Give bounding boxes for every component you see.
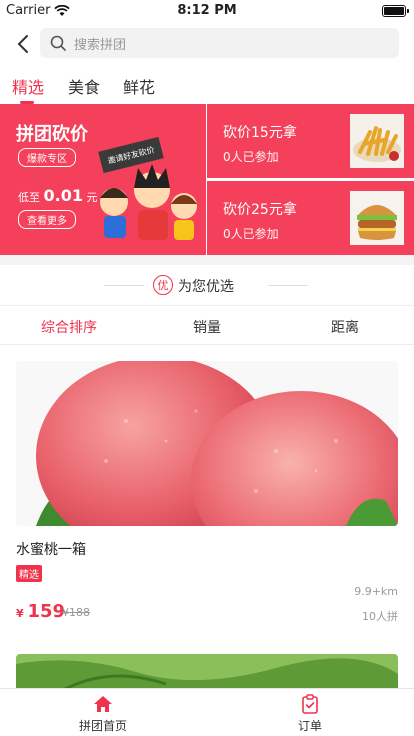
- divider: [104, 285, 144, 286]
- product-card-partial[interactable]: [0, 640, 414, 688]
- back-button[interactable]: [10, 30, 36, 58]
- view-more-button[interactable]: 查看更多: [18, 210, 76, 229]
- deal-title: 砍价25元拿: [223, 202, 297, 218]
- peach-image: [16, 361, 398, 526]
- hot-zone-button[interactable]: 爆款专区: [18, 148, 76, 167]
- sort-distance[interactable]: 距离: [331, 317, 359, 337]
- sort-sales[interactable]: 销量: [193, 317, 221, 337]
- deal-participants: 0人已参加: [223, 150, 279, 164]
- promo-banner: 拼团砍价 爆款专区 低至 0.01 元 查看更多 邀请好友砍价 砍价15元拿 0…: [0, 104, 414, 255]
- bargain-banner[interactable]: 拼团砍价 爆款专区 低至 0.01 元 查看更多 邀请好友砍价: [0, 104, 206, 255]
- tab-food[interactable]: 美食: [68, 74, 100, 98]
- product-price: ¥ 159: [16, 601, 65, 622]
- deal-fries[interactable]: 砍价15元拿 0人已参加: [207, 104, 414, 178]
- bargain-deals: 砍价15元拿 0人已参加 砍价25元拿 0人已参加: [207, 104, 414, 255]
- chevron-left-icon: [17, 35, 28, 53]
- sort-comprehensive[interactable]: 综合排序: [41, 317, 97, 337]
- divider: [268, 285, 308, 286]
- price-amount: 159: [27, 601, 66, 622]
- clock: 8:12 PM: [177, 3, 237, 18]
- leaf-image: [16, 654, 398, 688]
- home-icon: [94, 696, 112, 712]
- section-title: 为您优选: [178, 279, 234, 295]
- price-prefix: 低至: [18, 191, 40, 204]
- preferred-badge-icon: 优: [153, 275, 173, 295]
- original-price: ¥188: [62, 606, 90, 619]
- nav-bar: 搜索拼团: [0, 22, 414, 66]
- battery-icon: [382, 5, 409, 17]
- price-value: 0.01: [43, 186, 83, 205]
- tab-group-home[interactable]: 拼团首页: [53, 693, 153, 734]
- fries-image: [350, 114, 404, 168]
- bottom-tab-bar: 拼团首页 订单: [0, 688, 414, 736]
- deal-burger[interactable]: 砍价25元拿 0人已参加: [207, 181, 414, 255]
- product-card[interactable]: 水蜜桃一箱 精选 9.9+km ¥ 159 ¥188 10人拼: [0, 345, 414, 640]
- currency-symbol: ¥: [16, 607, 24, 620]
- featured-tag: 精选: [16, 565, 42, 582]
- recommend-section-header: 优 为您优选: [0, 265, 414, 305]
- group-count: 10人拼: [362, 610, 398, 623]
- tab-label: 订单: [297, 719, 322, 733]
- search-input[interactable]: 搜索拼团: [40, 28, 399, 58]
- category-tabs: 精选 美食 鲜花: [0, 66, 414, 104]
- sort-bar: 综合排序 销量 距离: [0, 305, 414, 345]
- deal-participants: 0人已参加: [223, 227, 279, 241]
- order-icon: [302, 694, 318, 714]
- deal-title: 砍价15元拿: [223, 125, 297, 141]
- tab-flowers[interactable]: 鲜花: [123, 74, 155, 98]
- bargain-title: 拼团砍价: [16, 124, 88, 145]
- status-bar: Carrier 8:12 PM: [0, 0, 414, 22]
- burger-image: [350, 191, 404, 245]
- cartoon-people-illustration: [100, 164, 197, 240]
- tab-label: 拼团首页: [78, 719, 127, 733]
- product-name: 水蜜桃一箱: [16, 542, 86, 558]
- tab-featured[interactable]: 精选: [12, 74, 44, 98]
- search-icon: [50, 35, 66, 51]
- product-distance: 9.9+km: [354, 585, 398, 598]
- search-placeholder: 搜索拼团: [74, 37, 127, 53]
- tab-orders[interactable]: 订单: [260, 693, 360, 734]
